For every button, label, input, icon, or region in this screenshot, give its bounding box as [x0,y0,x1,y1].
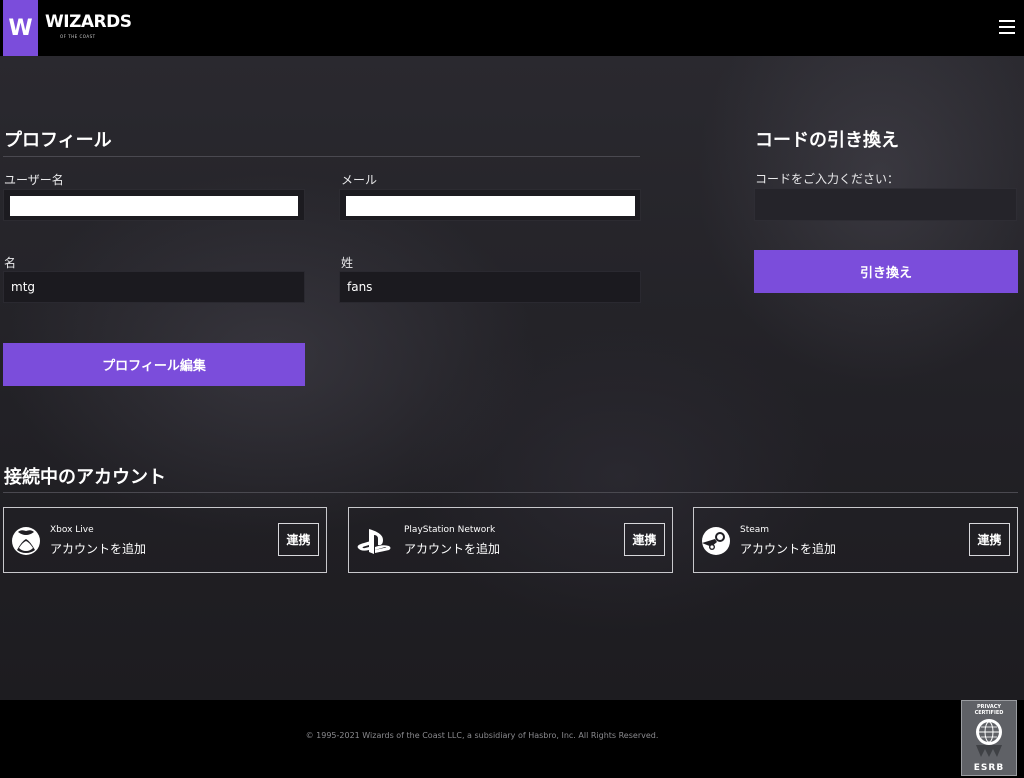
account-name-playstation: PlayStation Network [404,525,496,535]
steam-icon [702,527,730,555]
link-steam-button[interactable]: 連携 [969,523,1010,556]
username-label: ユーザー名 [4,173,64,187]
link-playstation-button[interactable]: 連携 [624,523,665,556]
account-status-xbox: アカウントを追加 [50,542,147,556]
accounts-divider [3,492,1018,493]
redeem-code-label: コードをご入力ください： [755,172,900,186]
profile-heading: プロフィール [4,130,112,151]
esrb-badge-label: ESRB [973,763,1005,773]
logo-letter: W [8,15,33,41]
copyright-text: © 1995-2021 Wizards of the Coast LLC, a … [305,731,659,740]
last-name-input[interactable] [339,271,641,303]
logo-subtitle: OF THE COAST [60,34,96,39]
last-name-label: 姓 [341,256,354,270]
link-xbox-button[interactable]: 連携 [278,523,319,556]
playstation-icon [357,529,391,554]
account-name-steam: Steam [740,525,770,535]
site-header: W WIZARDS OF THE COAST [0,0,1024,56]
wizards-logo-mark[interactable]: W [3,0,38,56]
account-card-steam: Steam アカウントを追加 連携 [693,507,1018,573]
connected-accounts-heading: 接続中のアカウント [4,467,166,488]
xbox-icon [12,527,40,555]
account-card-playstation: PlayStation Network アカウントを追加 連携 [348,507,673,573]
esrb-privacy-badge[interactable]: PRIVACY CERTIFIED ESRB [961,700,1017,776]
first-name-input[interactable] [3,271,305,303]
first-name-label: 名 [4,256,17,270]
email-label: メール [341,173,378,187]
redeem-code-input[interactable] [754,188,1017,221]
main-content: プロフィール ユーザー名 メール 名 姓 プロフィール編集 コードの引き換え コ… [0,0,1024,778]
edit-profile-button[interactable]: プロフィール編集 [3,343,305,386]
account-status-steam: アカウントを追加 [740,542,837,556]
wizards-logo-wordmark[interactable]: WIZARDS [45,13,132,31]
email-input[interactable] [346,196,635,216]
account-status-playstation: アカウントを追加 [404,542,501,556]
site-footer: © 1995-2021 Wizards of the Coast LLC, a … [0,700,1024,778]
account-card-xbox: Xbox Live アカウントを追加 連携 [3,507,327,573]
redeem-button[interactable]: 引き換え [754,250,1018,293]
account-name-xbox: Xbox Live [50,525,94,535]
hamburger-menu-icon[interactable] [999,20,1015,34]
username-input[interactable] [10,196,298,216]
profile-divider [3,156,640,157]
esrb-seal-icon [976,719,1002,757]
redeem-heading: コードの引き換え [755,130,899,151]
